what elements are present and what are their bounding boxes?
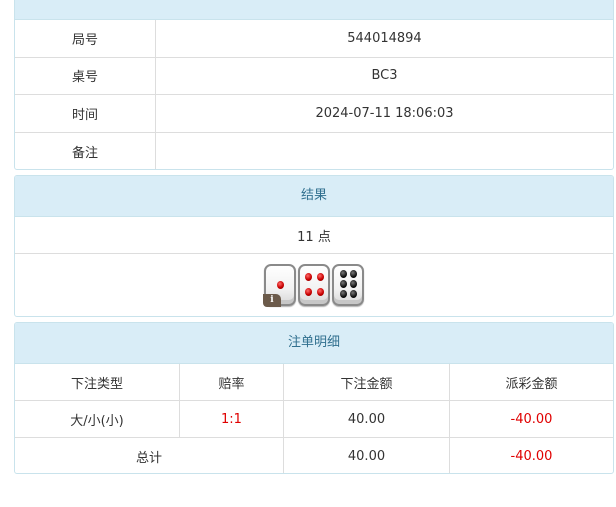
- table-value: BC3: [371, 68, 398, 84]
- detail-panel: 注单明细 下注类型 赔率 下注金额 派彩金额 大/小(小) 1:1 40.00 …: [14, 322, 614, 474]
- detail-panel-title: 注单明细: [15, 323, 613, 364]
- dice-row: i: [15, 254, 613, 316]
- die-pip: [317, 288, 324, 296]
- die-pip: [350, 270, 357, 278]
- result-points-row: 11 点: [15, 217, 613, 254]
- time-value: 2024-07-11 18:06:03: [315, 105, 454, 121]
- order-row-table: 桌号 BC3: [15, 57, 613, 95]
- round-label: 局号: [15, 20, 156, 57]
- note-label: 备注: [15, 132, 156, 169]
- result-points: 11 点: [297, 229, 331, 245]
- header-payout: 派彩金额: [505, 376, 558, 392]
- die-six-icon: [332, 264, 364, 306]
- info-badge-icon[interactable]: i: [263, 294, 281, 307]
- die-pip: [350, 280, 357, 288]
- odds-cell: 1:1: [180, 401, 284, 437]
- table-label: 桌号: [15, 57, 156, 94]
- order-panel: 注单 局号 544014894 桌号 BC3 时间 2024-07-11 18:…: [14, 0, 614, 170]
- order-row-time: 时间 2024-07-11 18:06:03: [15, 95, 613, 133]
- result-panel: 结果 11 点 i: [14, 175, 614, 317]
- order-row-round: 局号 544014894: [15, 20, 613, 58]
- header-bet-type: 下注类型: [15, 364, 180, 400]
- die-pip: [340, 290, 347, 298]
- header-odds: 赔率: [180, 364, 284, 400]
- time-label: 时间: [15, 95, 156, 132]
- die-pip: [340, 280, 347, 288]
- die-four-icon: [298, 264, 330, 306]
- order-row-note: 备注: [15, 132, 613, 170]
- round-value: 544014894: [347, 30, 422, 46]
- total-payout: -40.00: [510, 449, 553, 464]
- total-row: 总计 40.00 -40.00: [15, 438, 613, 473]
- table-row: 大/小(小) 1:1 40.00 -40.00: [15, 401, 613, 438]
- payout-cell: -40.00: [510, 411, 553, 427]
- die-pip: [340, 270, 347, 278]
- die-pip: [305, 273, 312, 281]
- order-panel-title: 注单: [15, 0, 613, 20]
- die-pip: [305, 288, 312, 296]
- die-pip: [350, 290, 357, 298]
- total-label: 总计: [15, 438, 284, 473]
- bet-type-cell: 大/小(小): [15, 401, 180, 437]
- bet-amount-cell: 40.00: [284, 401, 450, 437]
- total-amount: 40.00: [284, 438, 450, 473]
- note-value: [156, 133, 613, 170]
- detail-header-row: 下注类型 赔率 下注金额 派彩金额: [15, 364, 613, 401]
- die-pip: [277, 281, 284, 289]
- result-panel-title: 结果: [15, 176, 613, 217]
- header-bet-amount: 下注金额: [284, 364, 450, 400]
- die-one-icon: i: [263, 264, 296, 307]
- die-pip: [317, 273, 324, 281]
